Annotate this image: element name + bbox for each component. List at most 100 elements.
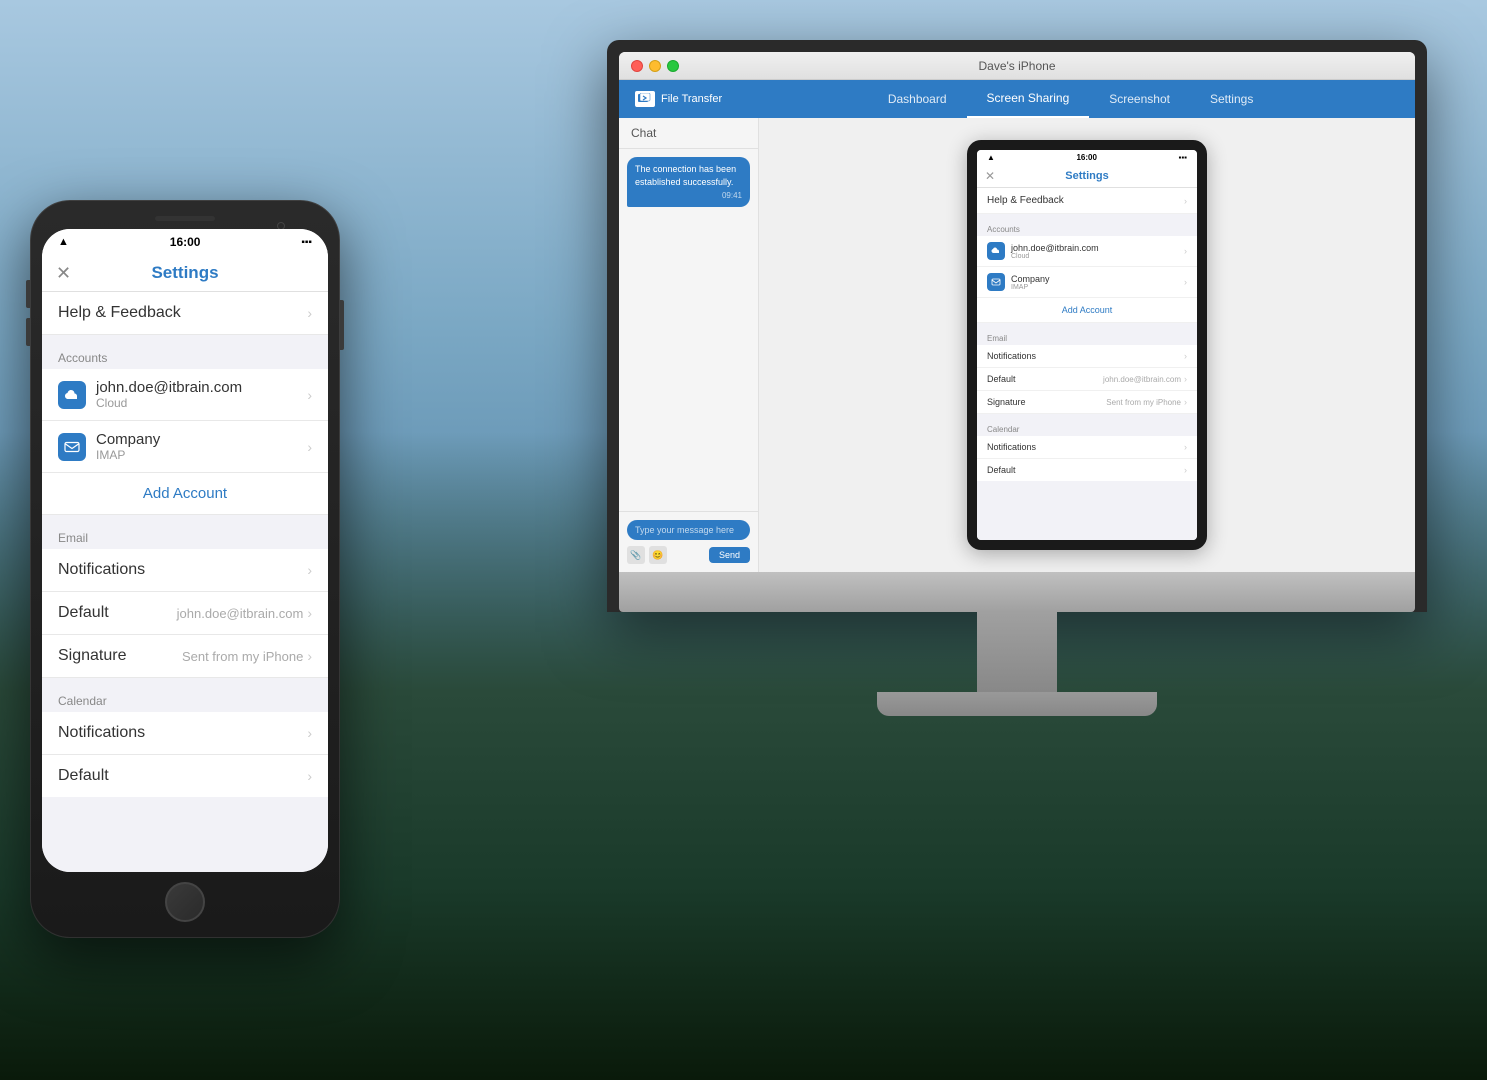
iphone-acc1-chevron: ›: [307, 387, 312, 403]
mac-phone-wifi: ▲: [987, 153, 995, 162]
mac-window: Dave's iPhone File Transfer: [619, 52, 1415, 572]
iphone-email-section: Notifications › Default john.doe@itbrain…: [42, 549, 328, 678]
iphone-close-btn[interactable]: ✕: [56, 263, 71, 284]
power-button[interactable]: [340, 300, 344, 350]
iphone-signature[interactable]: Signature Sent from my iPhone ›: [42, 635, 328, 678]
iphone-settings-title: Settings: [151, 263, 218, 283]
mac-email-label: Email: [977, 329, 1197, 345]
volume-up-button[interactable]: [26, 280, 30, 308]
monitor-screen-outer: Dave's iPhone File Transfer: [607, 40, 1427, 612]
mac-account-2-info: Company IMAP: [1011, 274, 1184, 291]
chat-panel: Chat The connection has been established…: [619, 118, 759, 572]
iphone-div2: [42, 515, 328, 523]
mac-help-item[interactable]: Help & Feedback ›: [977, 188, 1197, 214]
iphone-body: ▲ 16:00 ▪▪▪ ✕ Settings Help & Feedback ›: [30, 200, 340, 938]
iphone-time: 16:00: [170, 235, 201, 249]
iphone-acc2-chevron: ›: [307, 439, 312, 455]
nav-screenshot[interactable]: Screenshot: [1089, 80, 1190, 118]
iphone-email-notifications[interactable]: Notifications ›: [42, 549, 328, 592]
mac-account-2-chevron: ›: [1184, 277, 1187, 287]
chat-messages: The connection has been established succ…: [619, 149, 758, 511]
send-button[interactable]: Send: [709, 547, 750, 563]
chat-time: 09:41: [635, 190, 742, 201]
iphone-battery: ▪▪▪: [301, 237, 312, 248]
iphone-wifi-icon: ▲: [58, 236, 69, 248]
app-name: File Transfer: [661, 93, 722, 105]
iphone-home-button[interactable]: [165, 882, 205, 922]
iphone-help-section: Help & Feedback ›: [42, 292, 328, 335]
mac-account-1-info: john.doe@itbrain.com Cloud: [1011, 243, 1184, 260]
maximize-traffic-light[interactable]: [667, 60, 679, 72]
mac-cal-chevron: ›: [1184, 442, 1187, 452]
chat-bubble: The connection has been established succ…: [627, 157, 750, 207]
nav-screen-sharing[interactable]: Screen Sharing: [967, 80, 1090, 118]
iphone-account-2-info: Company IMAP: [96, 431, 307, 462]
nav-dashboard[interactable]: Dashboard: [868, 80, 967, 118]
mac-account-1[interactable]: john.doe@itbrain.com Cloud ›: [977, 236, 1197, 267]
chat-input-area: 📎 😊 Send: [619, 511, 758, 572]
iphone-sig-chevron: ›: [307, 648, 312, 664]
mac-notif-chevron: ›: [1184, 351, 1187, 361]
iphone-div3: [42, 678, 328, 686]
chat-attach-icon[interactable]: 📎: [627, 546, 645, 564]
mac-email-notifications[interactable]: Notifications ›: [977, 345, 1197, 368]
app-logo: File Transfer: [635, 91, 722, 107]
mac-add-account[interactable]: Add Account: [977, 298, 1197, 323]
iphone-screen-wrapper: ▲ 16:00 ▪▪▪ ✕ Settings Help & Feedback ›: [42, 229, 328, 872]
mac-settings-close[interactable]: ✕: [985, 169, 995, 183]
mac-iphone-screen: ▲ 16:00 ▪▪▪ ✕ Settings: [967, 140, 1207, 550]
iphone-calendar-label: Calendar: [42, 686, 328, 712]
close-traffic-light[interactable]: [631, 60, 643, 72]
mac-default-chevron: ›: [1184, 374, 1187, 384]
mac-help-section: Help & Feedback ›: [977, 188, 1197, 214]
iphone-account-2-row[interactable]: Company IMAP ›: [42, 421, 328, 473]
iphone-cloud-icon: [58, 381, 86, 409]
nav-items: Dashboard Screen Sharing Screenshot Sett…: [742, 80, 1399, 118]
mac-accounts-section: john.doe@itbrain.com Cloud ›: [977, 236, 1197, 323]
iphone-cal-notifications[interactable]: Notifications ›: [42, 712, 328, 755]
iphone-account-1-info: john.doe@itbrain.com Cloud: [96, 379, 307, 410]
mac-cal-notifications[interactable]: Notifications ›: [977, 436, 1197, 459]
iphone-settings-content: Help & Feedback › Accounts j: [42, 292, 328, 872]
traffic-lights: [631, 60, 679, 72]
mac-account-2[interactable]: Company IMAP ›: [977, 267, 1197, 298]
mac-settings-title: Settings: [1065, 170, 1108, 182]
iphone-email-default[interactable]: Default john.doe@itbrain.com ›: [42, 592, 328, 635]
monitor: Dave's iPhone File Transfer: [607, 40, 1427, 716]
monitor-stand-neck: [977, 612, 1057, 692]
iphone-notif-chevron: ›: [307, 562, 312, 578]
chat-input[interactable]: [627, 520, 750, 540]
iphone-help-item[interactable]: Help & Feedback ›: [42, 292, 328, 335]
mac-email-section: Notifications › Default john.doe@itbrain…: [977, 345, 1197, 414]
mac-account-1-chevron: ›: [1184, 246, 1187, 256]
mac-phone-time: 16:00: [1076, 153, 1096, 162]
mac-phone-battery: ▪▪▪: [1178, 153, 1187, 162]
iphone-email-label: Email: [42, 523, 328, 549]
mac-email-default[interactable]: Default john.doe@itbrain.com ›: [977, 368, 1197, 391]
iphone-calendar-section: Notifications › Default ›: [42, 712, 328, 797]
chat-emoji-icon[interactable]: 😊: [649, 546, 667, 564]
monitor-stand-top: [619, 572, 1415, 612]
iphone-account-1-row[interactable]: john.doe@itbrain.com Cloud ›: [42, 369, 328, 421]
mac-sig-chevron: ›: [1184, 397, 1187, 407]
mac-email-signature[interactable]: Signature Sent from my iPhone ›: [977, 391, 1197, 414]
iphone-cal-default[interactable]: Default ›: [42, 755, 328, 797]
mac-accounts-label: Accounts: [977, 220, 1197, 236]
minimize-traffic-light[interactable]: [649, 60, 661, 72]
iphone-default-chevron: ›: [307, 605, 312, 621]
chat-action-icons: 📎 😊: [627, 546, 667, 564]
mac-calendar-label: Calendar: [977, 420, 1197, 436]
mac-help-chevron: ›: [1184, 196, 1187, 206]
iphone-mail-icon: [58, 433, 86, 461]
iphone-help-chevron: ›: [307, 305, 312, 321]
monitor-screen-inner: Dave's iPhone File Transfer: [619, 52, 1415, 572]
iphone-add-account[interactable]: Add Account: [42, 473, 328, 515]
mac-cal-default-chevron: ›: [1184, 465, 1187, 475]
monitor-stand-base: [877, 692, 1157, 716]
mac-calendar-section: Notifications › Default ›: [977, 436, 1197, 481]
mac-titlebar: Dave's iPhone: [619, 52, 1415, 80]
mac-cloud-icon: [987, 242, 1005, 260]
nav-settings[interactable]: Settings: [1190, 80, 1273, 118]
mac-cal-default[interactable]: Default ›: [977, 459, 1197, 481]
volume-down-button[interactable]: [26, 318, 30, 346]
